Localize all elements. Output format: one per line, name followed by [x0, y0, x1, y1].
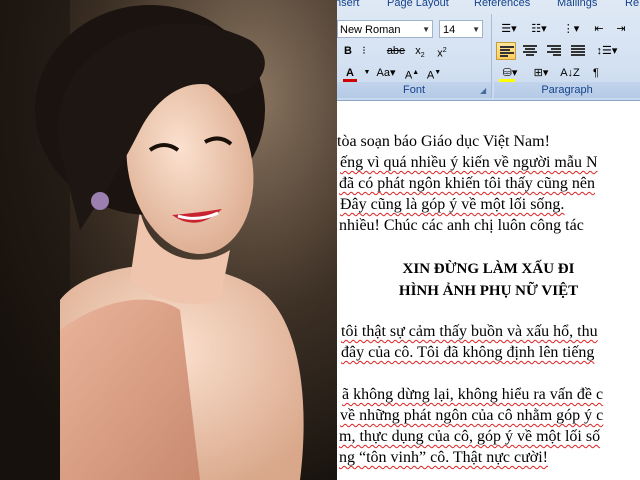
- justify-button[interactable]: [568, 42, 588, 60]
- change-case-button[interactable]: Aa▾: [373, 64, 399, 82]
- font-color-button[interactable]: A: [339, 64, 361, 82]
- tab-references[interactable]: References: [474, 0, 530, 9]
- doc-line: đây của cô. Tôi đã không định lên tiếng: [341, 344, 594, 362]
- ribbon: nsert Page Layout References Mailings Re…: [337, 0, 640, 101]
- superscript-button[interactable]: x2: [433, 42, 451, 60]
- font-sep-icon: ⁝: [362, 45, 366, 57]
- line-spacing-button[interactable]: ↕☰▾: [594, 42, 620, 60]
- tab-page-layout[interactable]: Page Layout: [387, 0, 449, 9]
- align-left-icon: [500, 46, 514, 58]
- doc-line: nhiều! Chúc các anh chị luôn công tác: [339, 217, 584, 234]
- decrease-indent-button[interactable]: ⇤: [590, 20, 608, 38]
- doc-line-text: tôi thật sự cảm thấy buồn và xấu hổ, thu: [341, 323, 598, 340]
- document-page[interactable]: tòa soạn báo Giáo dục Việt Nam! ếng vì q…: [337, 101, 640, 480]
- doc-line-text: ng “tôn vinh” cô. Thật nực cười!: [339, 449, 549, 466]
- doc-line-text: về những phát ngôn của cô nhằm góp ý c: [340, 407, 604, 424]
- doc-line: đã có phát ngôn khiến tôi thấy cũng nên: [339, 175, 595, 193]
- font-group: New Roman ▼ 14 ▼ B ⁝ abe x2 x2 A ▼ Aa▾ A…: [337, 14, 492, 98]
- justify-icon: [571, 45, 585, 57]
- heading-line-1: XIN ĐỪNG LÀM XẤU ĐI: [402, 261, 575, 277]
- font-group-label: Font: [337, 82, 491, 98]
- doc-line: ã không dừng lại, không hiểu ra vấn đề c: [342, 386, 603, 404]
- shrink-font-button[interactable]: A▼: [425, 64, 443, 82]
- paragraph-group-label: Paragraph: [494, 82, 640, 98]
- bold-button[interactable]: B: [341, 42, 355, 60]
- paragraph-group: ☰▾ ☷▾ ⋮▾ ⇤ ⇥ ↕☰▾ ⛁▾ ⊞▾ A↓Z ¶ Paragraph: [494, 14, 640, 98]
- grow-font-button[interactable]: A▲: [403, 64, 421, 82]
- strikethrough-button[interactable]: abe: [385, 42, 407, 60]
- align-left-button[interactable]: [496, 42, 516, 60]
- chevron-down-icon: ▼: [472, 25, 480, 34]
- paint-bucket-icon: ⛁: [502, 67, 512, 79]
- doc-line: về những phát ngôn của cô nhằm góp ý c: [340, 407, 603, 425]
- chevron-down-icon[interactable]: ▼: [363, 64, 371, 82]
- font-name-value: New Roman: [340, 24, 401, 36]
- chevron-down-icon: ▼: [422, 25, 430, 34]
- doc-line: ếng vì quá nhiều ý kiến về người mẫu N: [340, 154, 598, 172]
- numbering-button[interactable]: ☷▾: [526, 20, 552, 38]
- tab-review[interactable]: Re: [625, 0, 639, 9]
- heading-line-2: HÌNH ẢNH PHỤ NỮ VIỆT: [398, 283, 579, 299]
- doc-line-text: m, thực dụng của cô, góp ý về một lối số: [339, 428, 601, 445]
- bullets-button[interactable]: ☰▾: [498, 20, 520, 38]
- sort-button[interactable]: A↓Z: [560, 64, 580, 82]
- tab-insert[interactable]: nsert: [337, 0, 359, 9]
- font-name-select[interactable]: New Roman ▼: [337, 20, 433, 38]
- doc-line-text: đây của cô. Tôi đã không định lên tiếng: [341, 344, 595, 361]
- doc-line-text: ã không dừng lại, không hiểu ra vấn đề c: [342, 386, 604, 403]
- align-right-button[interactable]: [544, 42, 564, 60]
- doc-line: Đây cũng là góp ý về một lối sống.: [340, 196, 564, 214]
- multilevel-list-button[interactable]: ⋮▾: [558, 20, 584, 38]
- align-center-icon: [523, 45, 537, 57]
- tab-mailings[interactable]: Mailings: [557, 0, 597, 9]
- earring-icon: [91, 192, 109, 210]
- woman-photo: [0, 0, 337, 480]
- show-formatting-button[interactable]: ¶: [586, 64, 606, 82]
- doc-line-text: ếng vì quá nhiều ý kiến về người mẫu N: [340, 154, 598, 171]
- doc-line: tôi thật sự cảm thấy buồn và xấu hổ, thu: [341, 323, 598, 341]
- font-size-value: 14: [443, 24, 456, 36]
- word-window: nsert Page Layout References Mailings Re…: [337, 0, 640, 480]
- font-size-select[interactable]: 14 ▼: [439, 20, 483, 38]
- doc-line-text: đã có phát ngôn khiến tôi thấy cũng nên: [339, 175, 595, 192]
- font-dialog-launcher-icon[interactable]: ◢: [480, 87, 488, 95]
- increase-indent-button[interactable]: ⇥: [612, 20, 630, 38]
- ribbon-tabs: nsert Page Layout References Mailings Re: [337, 0, 640, 12]
- doc-line: tòa soạn báo Giáo dục Việt Nam!: [337, 133, 550, 150]
- subscript-button[interactable]: x2: [411, 42, 429, 60]
- align-right-icon: [547, 45, 561, 57]
- portrait-illustration: [0, 0, 337, 480]
- doc-line: ng “tôn vinh” cô. Thật nực cười!: [339, 449, 548, 467]
- align-center-button[interactable]: [520, 42, 540, 60]
- doc-line-text: Đây cũng là góp ý về một lối sống.: [340, 196, 565, 213]
- shading-button[interactable]: ⛁▾: [496, 64, 524, 82]
- borders-button[interactable]: ⊞▾: [528, 64, 554, 82]
- doc-line: m, thực dụng của cô, góp ý về một lối số: [339, 428, 600, 446]
